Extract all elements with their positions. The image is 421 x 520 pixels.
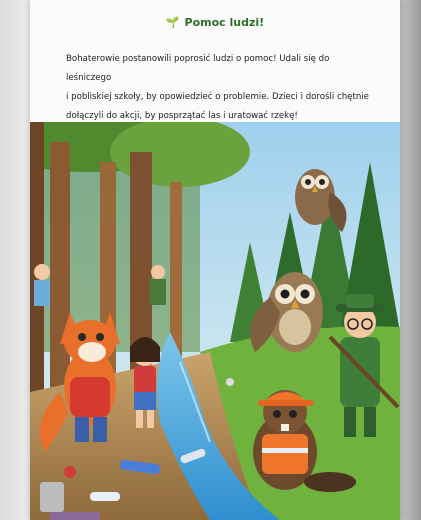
sprout-icon: 🌱 xyxy=(165,16,180,29)
backdrop-right xyxy=(400,0,421,520)
story-illustration xyxy=(30,122,400,520)
story-page: 🌱 Pomoc ludzi! Bohaterowie postanowili p… xyxy=(30,0,400,520)
story-line: Bohaterowie postanowili poprosić ludzi o… xyxy=(66,54,330,83)
story-text: Bohaterowie postanowili poprosić ludzi o… xyxy=(66,50,376,126)
backdrop-left xyxy=(0,0,30,520)
page-title: 🌱 Pomoc ludzi! xyxy=(30,16,400,29)
story-line: i pobliskiej szkoły, by opowiedzieć o pr… xyxy=(66,92,369,102)
page-title-text: Pomoc ludzi! xyxy=(184,16,265,29)
forest-cleanup-illustration xyxy=(30,122,400,520)
